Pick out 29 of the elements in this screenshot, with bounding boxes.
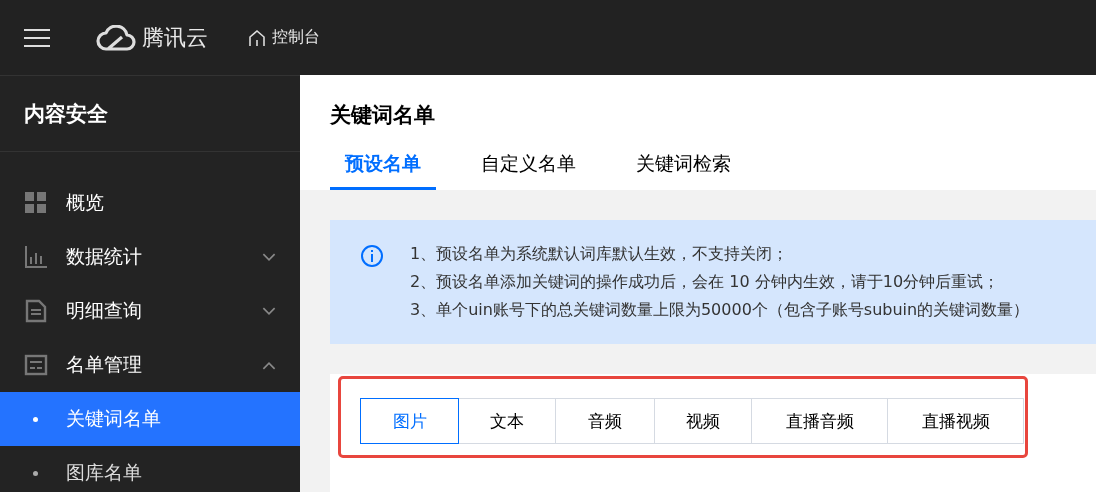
menu-item[interactable]: 数据统计 <box>0 230 300 284</box>
info-icon <box>360 244 384 268</box>
home-icon[interactable] <box>248 28 266 47</box>
type-tab[interactable]: 直播音频 <box>751 398 888 444</box>
type-tab[interactable]: 直播视频 <box>887 398 1024 444</box>
type-tab[interactable]: 图片 <box>360 398 459 444</box>
submenu-item[interactable]: 关键词名单 <box>0 392 300 446</box>
notice-text: 2、预设名单添加关键词的操作成功后，会在 10 分钟内生效，请于10分钟后重试； <box>410 271 1001 293</box>
cloud-logo-icon[interactable] <box>96 24 136 51</box>
menu-item[interactable]: 明细查询 <box>0 284 300 338</box>
type-tab[interactable]: 音频 <box>555 398 655 444</box>
list-card-icon <box>24 353 48 377</box>
tab[interactable]: 自定义名单 <box>466 139 591 190</box>
notice-text: 1、预设名单为系统默认词库默认生效，不支持关闭； <box>410 243 790 265</box>
console-link[interactable]: 控制台 <box>272 27 320 48</box>
page-title: 关键词名单 <box>330 102 436 129</box>
tab[interactable]: 关键词检索 <box>621 139 746 190</box>
type-tab[interactable]: 视频 <box>654 398 752 444</box>
menu-icon[interactable] <box>24 27 50 48</box>
tab[interactable]: 预设名单 <box>330 139 436 190</box>
grid-icon <box>24 191 48 215</box>
menu-item[interactable]: 名单管理 <box>0 338 300 392</box>
notice-text: 3、单个uin账号下的总关键词数量上限为50000个（包含子账号subuin的关键词数量） <box>410 299 1030 321</box>
menu-item[interactable]: 概览 <box>0 176 300 230</box>
brand-name[interactable]: 腾讯云 <box>142 22 208 53</box>
type-tab[interactable]: 文本 <box>458 398 556 444</box>
document-icon <box>24 299 48 323</box>
submenu-item[interactable]: 图库名单 <box>0 446 300 492</box>
bar-chart-icon <box>24 245 48 269</box>
